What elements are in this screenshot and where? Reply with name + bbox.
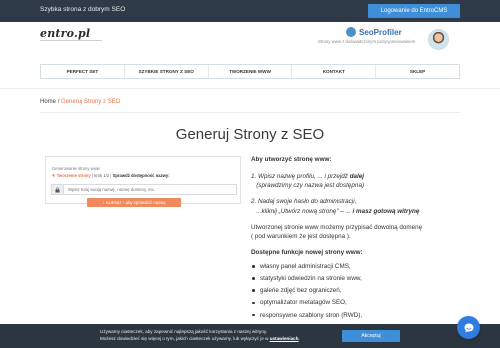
- site-logo[interactable]: entro.pl: [40, 27, 90, 40]
- check-name-button[interactable]: ↑ KLIKNIJ – aby sprawdzić nazwę: [87, 198, 181, 207]
- list-item: statystyki odwiedzin na stronie www,: [251, 274, 461, 283]
- list-item: responsywne szablony stron (RWD),: [251, 311, 461, 320]
- widget-step-count: | krok 1/2 |: [92, 173, 112, 178]
- cookie-line-2: Możesz dowiedzieć się więcej o tym, jaki…: [100, 335, 270, 341]
- chat-widget-button[interactable]: [457, 316, 480, 339]
- widget-step-check: Sprawdź dostępność nazwy:: [112, 173, 170, 178]
- step-2: 2. Nadaj swoje hasło do administracji, .…: [251, 197, 461, 215]
- cookie-period: .: [298, 335, 300, 341]
- cookie-accept-button[interactable]: Akceptuj: [342, 330, 400, 342]
- divider: [40, 112, 460, 113]
- nav-item-perfect-set[interactable]: PERFECT SET: [41, 65, 125, 78]
- breadcrumb-current: Generuj Strony z SEO: [61, 99, 121, 105]
- top-bar: Szybka strona z dobrym SEO Logowanie do …: [0, 0, 500, 22]
- check-name-label: KLIKNIJ – aby sprawdzić nazwę: [105, 200, 166, 205]
- login-button[interactable]: Logowanie do EntroCMS: [368, 4, 460, 18]
- domain-note: Utworzonej stronie www możemy przypisać …: [251, 223, 461, 241]
- step-2-bold: i masz gotową witrynę: [352, 207, 420, 215]
- top-tagline: Szybka strona z dobrym SEO: [40, 6, 126, 13]
- name-input-row: [51, 184, 237, 195]
- step-1: 1. Wpisz nazwę profilu, ... i przejdź da…: [251, 172, 461, 190]
- seoprofiler-name: SeoProfiler: [359, 27, 402, 37]
- list-item: galerie zdjęć bez ograniczeń,: [251, 286, 461, 295]
- list-item: własny panel administracji CMS,: [251, 262, 461, 271]
- step-2-action: ...kliknij „Utwórz nową stronę” – ...: [256, 207, 353, 215]
- step-1-text: 1. Wpisz nazwę profilu, ... i przejdź: [251, 173, 350, 181]
- cookie-settings-link[interactable]: ustawieniach: [270, 336, 299, 341]
- cookie-banner: Używamy ciasteczek, aby zapewnić najleps…: [0, 324, 500, 348]
- widget-step-line: ✎ Tworzenie strony | krok 1/2 | Sprawdź …: [52, 173, 170, 178]
- instructions-heading: Aby utworzyć stronę www:: [251, 156, 332, 163]
- name-input[interactable]: [64, 185, 236, 194]
- domain-note-line2: ( pod warunkiem że jest dostępna ).: [251, 232, 351, 240]
- cookie-line-1: Używamy ciasteczek, aby zapewnić najleps…: [100, 329, 268, 334]
- seoprofiler-subtitle: Strony www z doświadczonym pozycjonerowa…: [318, 39, 416, 44]
- breadcrumb-separator: /: [57, 99, 60, 105]
- seoprofiler-brand[interactable]: SeoProfiler: [346, 27, 402, 37]
- nav-item-kontakt[interactable]: KONTAKT: [292, 65, 377, 78]
- features-heading: Dostępne funkcje nowej strony www:: [251, 248, 363, 256]
- main-nav: PERFECT SET SZYBKIE STRONY Z SEO TWORZEN…: [40, 64, 460, 79]
- domain-note-line1: Utworzonej stronie www możemy przypisać …: [251, 223, 423, 231]
- lock-icon: [52, 185, 64, 194]
- widget-label: Generowanie strony www: [52, 166, 100, 171]
- nav-item-szybkie-strony[interactable]: SZYBKIE STRONY Z SEO: [125, 65, 209, 78]
- list-item: optymalizator metatagów SEO,: [251, 298, 461, 307]
- breadcrumb-home[interactable]: Home: [40, 99, 56, 105]
- cookie-text: Używamy ciasteczek, aby zapewnić najleps…: [100, 329, 340, 342]
- nav-item-sklep[interactable]: SKLEP: [376, 65, 459, 78]
- seoprofiler-logo-icon: [346, 27, 356, 37]
- features-list: własny panel administracji CMS, statysty…: [251, 262, 461, 320]
- page-title: Generuj Strony z SEO: [175, 126, 325, 143]
- nav-item-tworzenie-www[interactable]: TWORZENIE WWW: [209, 65, 293, 78]
- site-generator-widget: Generowanie strony www ✎ Tworzenie stron…: [45, 156, 241, 207]
- chat-icon: [464, 323, 473, 332]
- step-1-note: (sprawdzimy czy nazwa jest dostępna): [256, 182, 365, 190]
- breadcrumb: Home / Generuj Strony z SEO: [40, 99, 120, 105]
- step-1-bold: dalej: [349, 173, 365, 181]
- avatar: [428, 29, 449, 50]
- instructions-panel: Aby utworzyć stronę www: 1. Wpisz nazwę …: [251, 155, 461, 323]
- divider: [0, 88, 500, 89]
- widget-step-current: Tworzenie strony: [56, 173, 91, 178]
- logo-underline: [40, 40, 102, 41]
- pencil-icon: ✎: [52, 173, 56, 178]
- step-2-text: 2. Nadaj swoje hasło do administracji,: [251, 198, 357, 206]
